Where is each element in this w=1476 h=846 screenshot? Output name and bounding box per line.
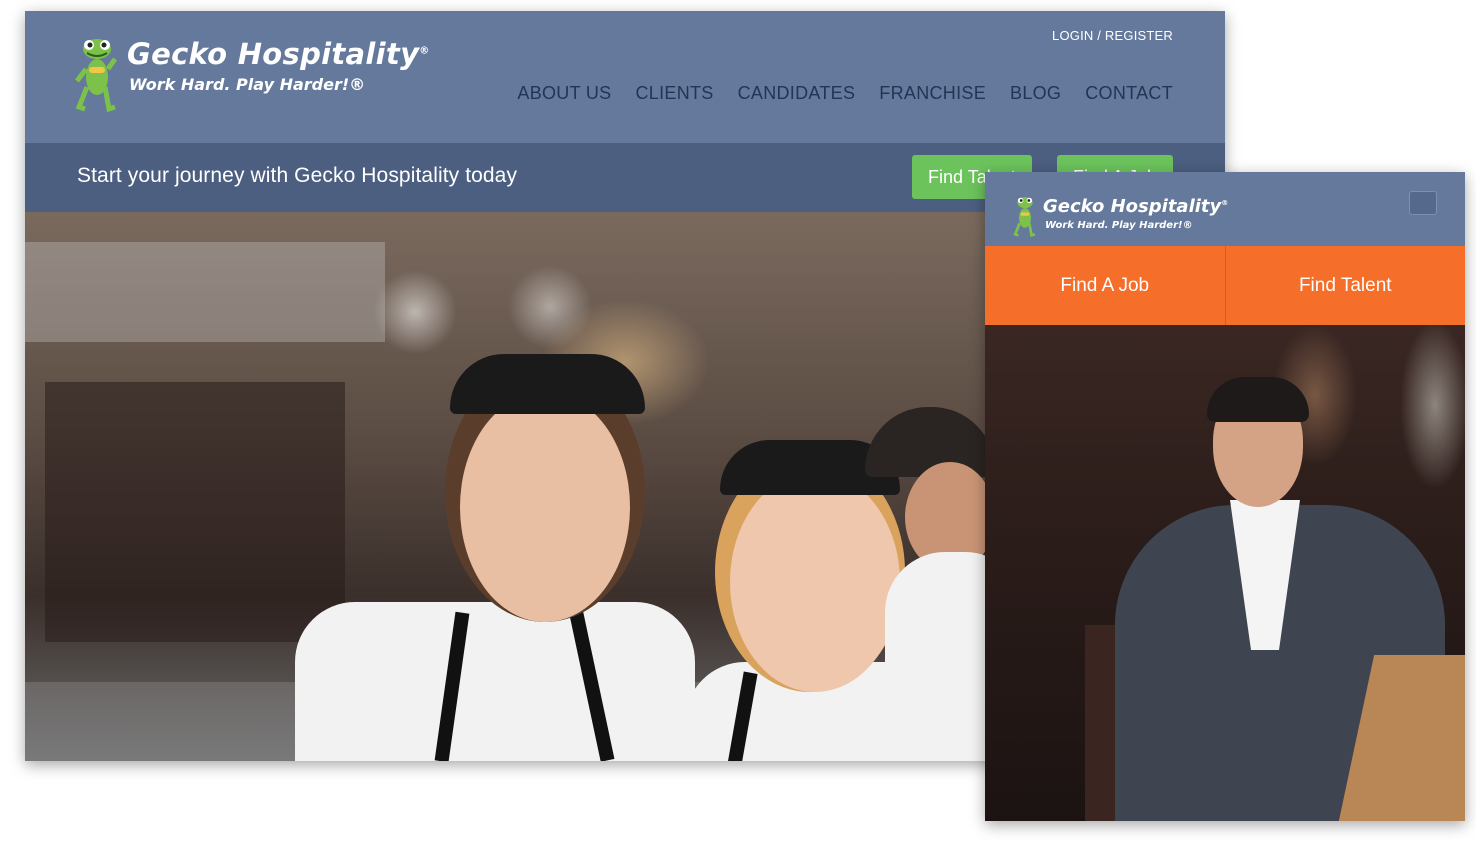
- mobile-logo-name: Gecko Hospitality: [1043, 196, 1222, 217]
- desktop-header: Gecko Hospitality® Work Hard. Play Harde…: [25, 11, 1225, 143]
- hero-background-counter: [45, 382, 345, 642]
- mobile-cta-buttons: Find A Job Find Talent: [985, 246, 1465, 325]
- logo-registered-mark: ®: [419, 45, 430, 57]
- chef-left-jacket: [295, 602, 695, 761]
- gecko-mascot-icon: [75, 39, 118, 113]
- nav-candidates[interactable]: CANDIDATES: [738, 83, 856, 104]
- nav-blog[interactable]: BLOG: [1010, 83, 1061, 104]
- chef-left-face: [460, 392, 630, 622]
- hero-background-shelf: [25, 242, 385, 342]
- main-nav: ABOUT US CLIENTS CANDIDATES FRANCHISE BL…: [517, 83, 1173, 104]
- man-hair: [1207, 377, 1309, 422]
- mobile-logo-wordmark[interactable]: Gecko Hospitality®: [1043, 196, 1228, 217]
- mobile-site-mockup: Gecko Hospitality® Work Hard. Play Harde…: [985, 172, 1465, 821]
- mobile-logo-tagline: Work Hard. Play Harder!®: [1045, 220, 1193, 231]
- login-register-link[interactable]: LOGIN / REGISTER: [1052, 28, 1173, 43]
- man-in-suit-restaurant-photo: [985, 325, 1465, 821]
- desktop-logo[interactable]: Gecko Hospitality® Work Hard. Play Harde…: [75, 37, 429, 127]
- logo-name: Gecko Hospitality: [127, 37, 420, 71]
- chef-left-headband: [450, 354, 645, 414]
- nav-about-us[interactable]: ABOUT US: [517, 83, 611, 104]
- logo-tagline: Work Hard. Play Harder!®: [129, 75, 366, 94]
- banner-text: Start your journey with Gecko Hospitalit…: [77, 164, 518, 187]
- chef-right-face: [730, 472, 900, 692]
- mobile-header: Gecko Hospitality® Work Hard. Play Harde…: [985, 172, 1465, 246]
- gecko-mascot-icon: [1013, 197, 1036, 238]
- mobile-find-a-job-button[interactable]: Find A Job: [985, 246, 1225, 325]
- mobile-find-talent-button[interactable]: Find Talent: [1224, 246, 1465, 325]
- logo-wordmark: Gecko Hospitality®: [127, 37, 430, 71]
- nav-clients[interactable]: CLIENTS: [635, 83, 713, 104]
- nav-franchise[interactable]: FRANCHISE: [879, 83, 986, 104]
- hamburger-menu-icon[interactable]: [1409, 191, 1437, 215]
- mobile-logo-registered-mark: ®: [1221, 199, 1229, 207]
- nav-contact[interactable]: CONTACT: [1085, 83, 1173, 104]
